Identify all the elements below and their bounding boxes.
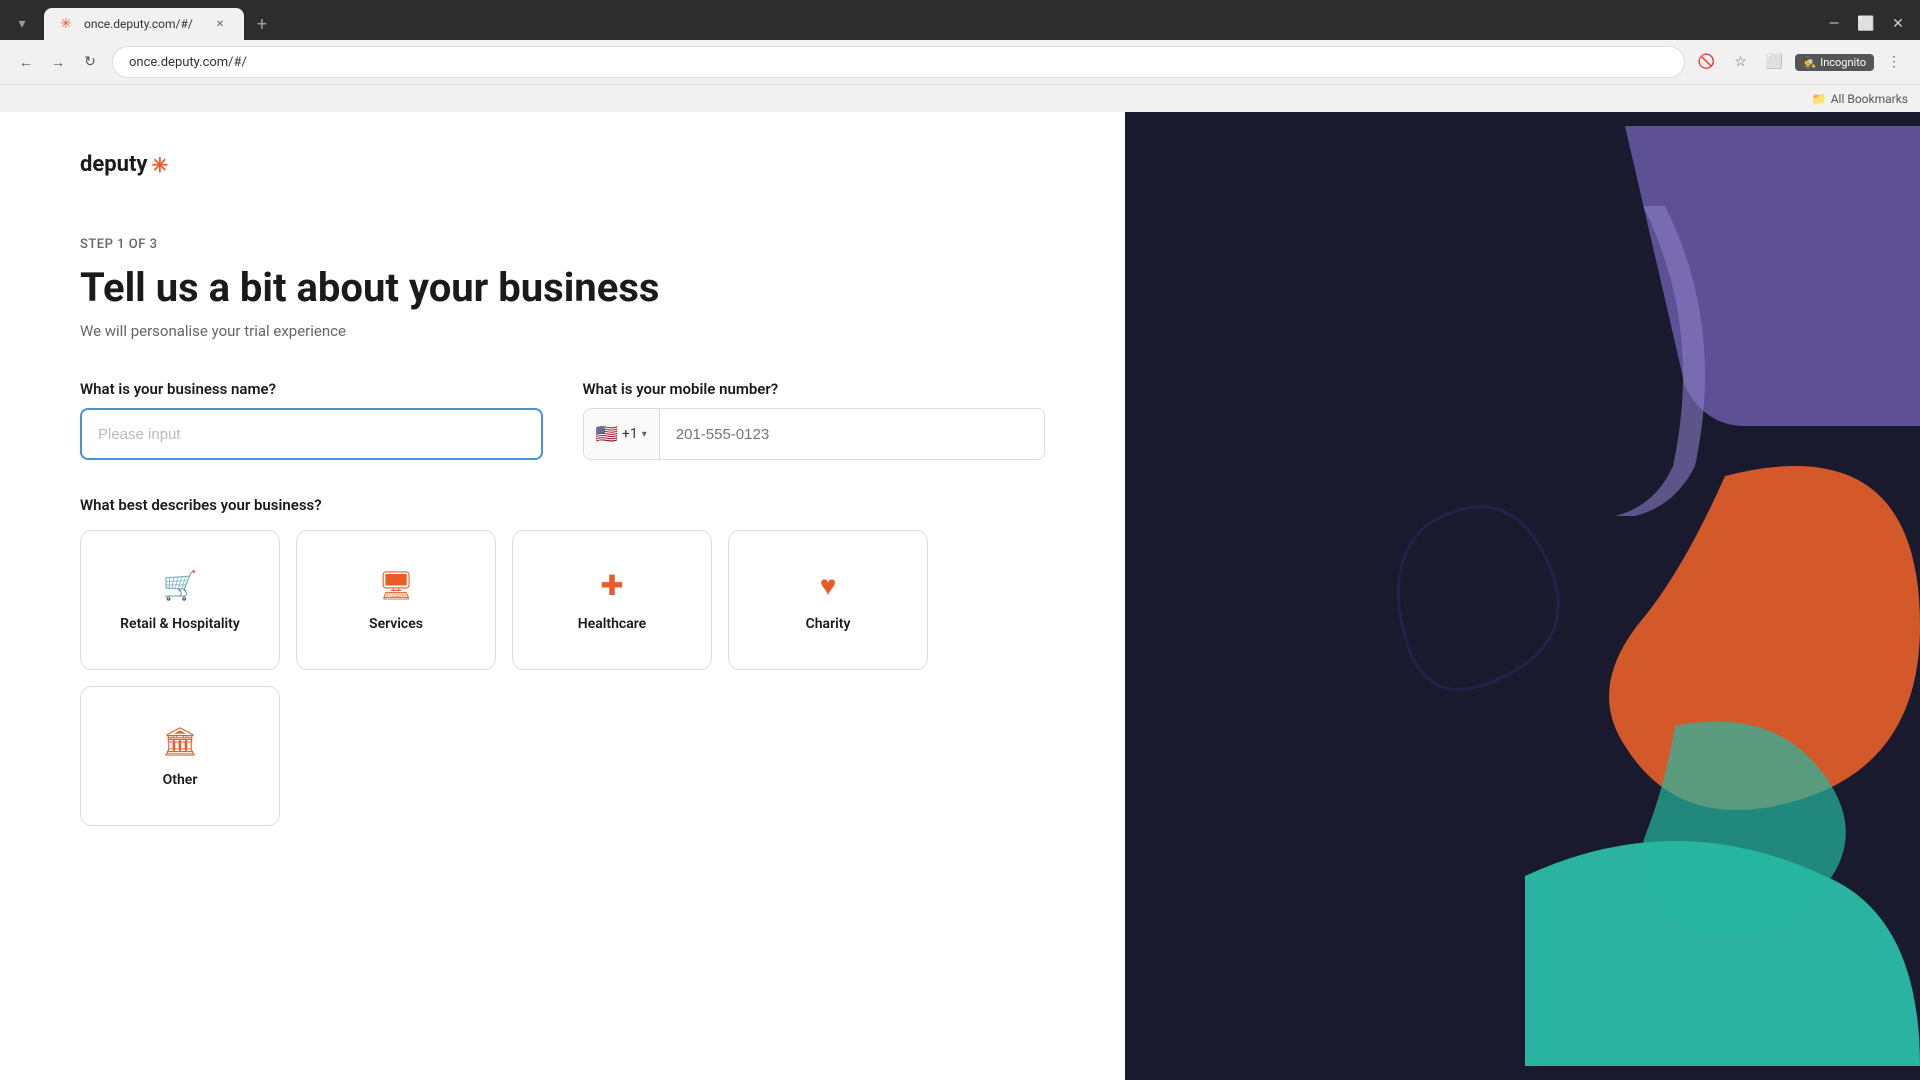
address-bar-actions: 🚫 ☆ ⬜ 🕵 Incognito ⋮ bbox=[1693, 48, 1909, 76]
phone-input-wrapper: 🇺🇸 +1 ▾ bbox=[583, 408, 1046, 460]
logo: deputy✳ bbox=[80, 152, 1045, 177]
mobile-label: What is your mobile number? bbox=[583, 380, 1046, 398]
business-card-other[interactable]: 🏛 Other bbox=[80, 686, 280, 826]
logo-star: ✳ bbox=[151, 153, 168, 177]
business-name-input[interactable] bbox=[80, 408, 543, 460]
business-type-section: What best describes your business? 🛒 Ret… bbox=[80, 496, 1045, 826]
page-content: deputy✳ STEP 1 OF 3 Tell us a bit about … bbox=[0, 112, 1920, 1080]
bookmark-icon[interactable]: ☆ bbox=[1727, 48, 1755, 76]
tab-bar: ▾ ✳ once.deputy.com/#/ ✕ + — ⬜ ✕ bbox=[0, 0, 1920, 40]
bookmarks-icon: 📁 bbox=[1812, 92, 1827, 106]
retail-label: Retail & Hospitality bbox=[120, 616, 240, 632]
charity-label: Charity bbox=[806, 616, 851, 632]
menu-button[interactable]: ⋮ bbox=[1880, 48, 1908, 76]
phone-dropdown-icon: ▾ bbox=[642, 429, 647, 440]
form-row: What is your business name? What is your… bbox=[80, 380, 1045, 460]
tab-favicon: ✳ bbox=[60, 16, 76, 32]
bookmarks-label: All Bookmarks bbox=[1831, 92, 1908, 106]
phone-number-input[interactable] bbox=[660, 409, 1044, 459]
business-cards-row1: 🛒 Retail & Hospitality 🖥 Services ✚ Heal… bbox=[80, 530, 1045, 670]
tab-list-button[interactable]: ▾ bbox=[8, 10, 36, 38]
address-bar[interactable]: once.deputy.com/#/ bbox=[112, 46, 1685, 78]
page-title: Tell us a bit about your business bbox=[80, 264, 1045, 312]
business-type-label: What best describes your business? bbox=[80, 496, 1045, 514]
tab-navigation: ▾ bbox=[8, 10, 36, 38]
phone-country-selector[interactable]: 🇺🇸 +1 ▾ bbox=[584, 409, 660, 459]
address-bar-row: ← → ↻ once.deputy.com/#/ 🚫 ☆ ⬜ 🕵 Incogni… bbox=[0, 40, 1920, 84]
business-name-group: What is your business name? bbox=[80, 380, 543, 460]
url-text: once.deputy.com/#/ bbox=[129, 55, 247, 70]
healthcare-icon: ✚ bbox=[600, 569, 623, 602]
step-label: STEP 1 OF 3 bbox=[80, 237, 1045, 252]
other-label: Other bbox=[163, 772, 198, 788]
business-card-retail[interactable]: 🛒 Retail & Hospitality bbox=[80, 530, 280, 670]
decorative-panel bbox=[1125, 112, 1920, 1080]
tab-close-button[interactable]: ✕ bbox=[212, 16, 228, 32]
business-card-services[interactable]: 🖥 Services bbox=[296, 530, 496, 670]
incognito-badge: 🕵 Incognito bbox=[1795, 54, 1875, 71]
profile-icon[interactable]: ⬜ bbox=[1761, 48, 1789, 76]
mobile-number-group: What is your mobile number? 🇺🇸 +1 ▾ bbox=[583, 380, 1046, 460]
logo-text: deputy bbox=[80, 152, 147, 177]
decorative-svg bbox=[1125, 112, 1920, 1080]
minimize-button[interactable]: — bbox=[1820, 10, 1848, 38]
services-icon: 🖥 bbox=[378, 569, 414, 602]
tab-title: once.deputy.com/#/ bbox=[84, 17, 204, 31]
main-area: deputy✳ STEP 1 OF 3 Tell us a bit about … bbox=[0, 112, 1125, 1080]
eye-slash-icon[interactable]: 🚫 bbox=[1693, 48, 1721, 76]
close-button[interactable]: ✕ bbox=[1884, 10, 1912, 38]
business-name-label: What is your business name? bbox=[80, 380, 543, 398]
phone-country-code: +1 bbox=[622, 426, 638, 442]
business-cards-row2: 🏛 Other bbox=[80, 686, 1045, 826]
incognito-icon: 🕵 bbox=[1803, 56, 1817, 69]
active-tab[interactable]: ✳ once.deputy.com/#/ ✕ bbox=[44, 8, 244, 40]
business-card-healthcare[interactable]: ✚ Healthcare bbox=[512, 530, 712, 670]
window-controls: — ⬜ ✕ bbox=[1820, 10, 1912, 38]
nav-buttons: ← → ↻ bbox=[12, 48, 104, 76]
new-tab-button[interactable]: + bbox=[248, 10, 276, 38]
healthcare-label: Healthcare bbox=[578, 616, 646, 632]
browser-chrome: ▾ ✳ once.deputy.com/#/ ✕ + — ⬜ ✕ ← → ↻ o… bbox=[0, 0, 1920, 112]
other-icon: 🏛 bbox=[162, 725, 198, 758]
business-card-charity[interactable]: ♥ Charity bbox=[728, 530, 928, 670]
incognito-label: Incognito bbox=[1820, 56, 1866, 69]
all-bookmarks-link[interactable]: 📁 All Bookmarks bbox=[1812, 92, 1908, 106]
flag-emoji: 🇺🇸 bbox=[596, 424, 618, 445]
charity-icon: ♥ bbox=[820, 569, 837, 602]
back-button[interactable]: ← bbox=[12, 48, 40, 76]
forward-button[interactable]: → bbox=[44, 48, 72, 76]
maximize-button[interactable]: ⬜ bbox=[1852, 10, 1880, 38]
services-label: Services bbox=[369, 616, 423, 632]
page-subtitle: We will personalise your trial experienc… bbox=[80, 322, 1045, 340]
retail-icon: 🛒 bbox=[163, 569, 198, 602]
reload-button[interactable]: ↻ bbox=[76, 48, 104, 76]
bookmarks-bar: 📁 All Bookmarks bbox=[0, 84, 1920, 112]
